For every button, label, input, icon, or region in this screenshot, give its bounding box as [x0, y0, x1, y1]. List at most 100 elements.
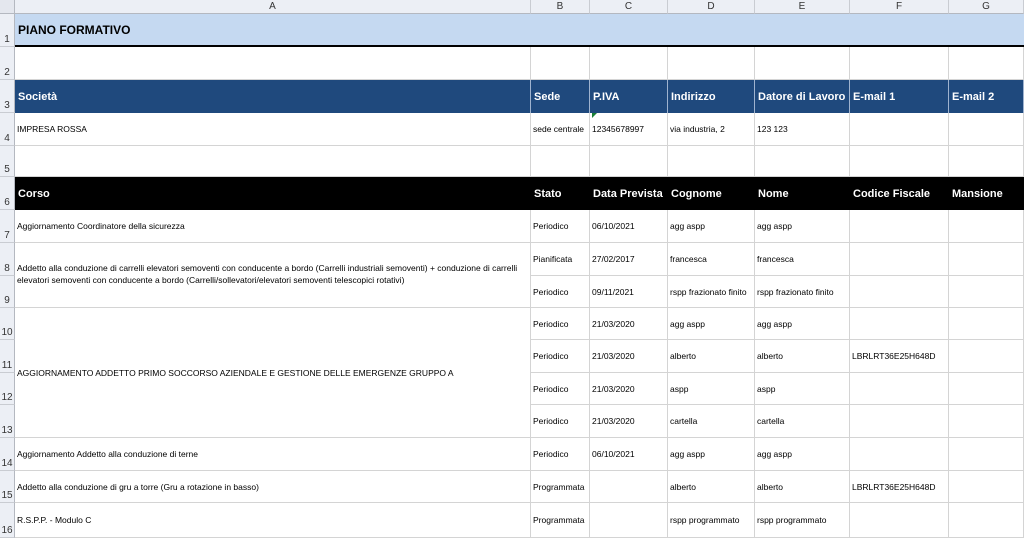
- detail-cell[interactable]: aspp: [668, 373, 755, 405]
- detail-cell[interactable]: alberto: [668, 340, 755, 373]
- cell[interactable]: [590, 146, 668, 177]
- detail-cell[interactable]: [850, 405, 949, 438]
- detail-cell[interactable]: francesca: [755, 243, 850, 276]
- row-header-10[interactable]: 10: [0, 308, 15, 340]
- detail-cell[interactable]: [949, 210, 1024, 243]
- detail-cell[interactable]: [949, 373, 1024, 405]
- company-header-cell[interactable]: Sede: [531, 80, 590, 113]
- detail-cell[interactable]: [850, 210, 949, 243]
- course-header-cell[interactable]: Nome: [755, 177, 850, 210]
- detail-cell[interactable]: 21/03/2020: [590, 405, 668, 438]
- detail-cell[interactable]: 27/02/2017: [590, 243, 668, 276]
- detail-cell[interactable]: [850, 438, 949, 471]
- course-name-cell[interactable]: Aggiornamento Addetto alla conduzione di…: [15, 438, 531, 471]
- cell[interactable]: [755, 47, 850, 80]
- select-all-corner[interactable]: [0, 0, 15, 14]
- detail-cell[interactable]: 21/03/2020: [590, 340, 668, 373]
- detail-cell[interactable]: [850, 308, 949, 340]
- detail-cell[interactable]: [850, 503, 949, 538]
- detail-cell[interactable]: [949, 308, 1024, 340]
- detail-cell[interactable]: aspp: [755, 373, 850, 405]
- detail-cell[interactable]: [949, 243, 1024, 276]
- detail-cell[interactable]: agg aspp: [668, 210, 755, 243]
- detail-cell[interactable]: cartella: [755, 405, 850, 438]
- detail-cell[interactable]: Periodico: [531, 210, 590, 243]
- cell[interactable]: [850, 47, 949, 80]
- detail-cell[interactable]: 09/11/2021: [590, 276, 668, 308]
- detail-cell[interactable]: rspp programmato: [668, 503, 755, 538]
- detail-cell[interactable]: agg aspp: [755, 308, 850, 340]
- cell[interactable]: [531, 47, 590, 80]
- cell[interactable]: [850, 146, 949, 177]
- detail-cell[interactable]: cartella: [668, 405, 755, 438]
- course-name-cell[interactable]: Addetto alla conduzione di gru a torre (…: [15, 471, 531, 503]
- detail-cell[interactable]: [590, 503, 668, 538]
- column-header-d[interactable]: D: [668, 0, 755, 14]
- detail-cell[interactable]: [949, 276, 1024, 308]
- detail-cell[interactable]: Periodico: [531, 373, 590, 405]
- cell[interactable]: [755, 146, 850, 177]
- detail-cell[interactable]: rspp frazionato finito: [668, 276, 755, 308]
- cell[interactable]: [590, 47, 668, 80]
- row-header-6[interactable]: 6: [0, 177, 15, 210]
- detail-cell[interactable]: Periodico: [531, 340, 590, 373]
- detail-cell[interactable]: alberto: [755, 471, 850, 503]
- detail-cell[interactable]: [949, 438, 1024, 471]
- course-header-cell[interactable]: Mansione: [949, 177, 1024, 210]
- detail-cell[interactable]: Programmata: [531, 471, 590, 503]
- company-cell[interactable]: IMPRESA ROSSA: [15, 113, 531, 146]
- cell[interactable]: [15, 146, 531, 177]
- course-header-cell[interactable]: Cognome: [668, 177, 755, 210]
- row-header-13[interactable]: 13: [0, 405, 15, 438]
- detail-cell[interactable]: [949, 471, 1024, 503]
- company-cell[interactable]: 12345678997: [590, 113, 668, 146]
- row-header-4[interactable]: 4: [0, 113, 15, 146]
- detail-cell[interactable]: rspp programmato: [755, 503, 850, 538]
- detail-cell[interactable]: alberto: [668, 471, 755, 503]
- course-name-cell[interactable]: Addetto alla conduzione di carrelli elev…: [15, 243, 531, 308]
- company-cell[interactable]: [850, 113, 949, 146]
- detail-cell[interactable]: [949, 405, 1024, 438]
- detail-cell[interactable]: LBRLRT36E25H648D: [850, 471, 949, 503]
- column-header-e[interactable]: E: [755, 0, 850, 14]
- cell[interactable]: [531, 146, 590, 177]
- course-name-cell[interactable]: AGGIORNAMENTO ADDETTO PRIMO SOCCORSO AZI…: [15, 308, 531, 438]
- row-header-1[interactable]: 1: [0, 14, 15, 47]
- detail-cell[interactable]: agg aspp: [668, 308, 755, 340]
- cell[interactable]: [668, 146, 755, 177]
- company-header-cell[interactable]: E-mail 1: [850, 80, 949, 113]
- detail-cell[interactable]: [590, 471, 668, 503]
- detail-cell[interactable]: 21/03/2020: [590, 373, 668, 405]
- column-header-b[interactable]: B: [531, 0, 590, 14]
- column-header-f[interactable]: F: [850, 0, 949, 14]
- company-cell[interactable]: [949, 113, 1024, 146]
- detail-cell[interactable]: Programmata: [531, 503, 590, 538]
- detail-cell[interactable]: Periodico: [531, 438, 590, 471]
- cell[interactable]: [949, 146, 1024, 177]
- company-header-cell[interactable]: Datore di Lavoro: [755, 80, 850, 113]
- detail-cell[interactable]: Periodico: [531, 308, 590, 340]
- row-header-2[interactable]: 2: [0, 47, 15, 80]
- detail-cell[interactable]: [850, 276, 949, 308]
- detail-cell[interactable]: Pianificata: [531, 243, 590, 276]
- company-cell[interactable]: 123 123: [755, 113, 850, 146]
- company-header-cell[interactable]: Indirizzo: [668, 80, 755, 113]
- detail-cell[interactable]: Periodico: [531, 276, 590, 308]
- column-header-a[interactable]: A: [15, 0, 531, 14]
- detail-cell[interactable]: agg aspp: [668, 438, 755, 471]
- detail-cell[interactable]: Periodico: [531, 405, 590, 438]
- course-header-cell[interactable]: Codice Fiscale: [850, 177, 949, 210]
- company-header-cell[interactable]: E-mail 2: [949, 80, 1024, 113]
- row-header-12[interactable]: 12: [0, 373, 15, 405]
- detail-cell[interactable]: alberto: [755, 340, 850, 373]
- row-header-5[interactable]: 5: [0, 146, 15, 177]
- course-name-cell[interactable]: R.S.P.P. - Modulo C: [15, 503, 531, 538]
- detail-cell[interactable]: [949, 503, 1024, 538]
- company-header-cell[interactable]: P.IVA: [590, 80, 668, 113]
- detail-cell[interactable]: agg aspp: [755, 438, 850, 471]
- row-header-8[interactable]: 8: [0, 243, 15, 276]
- company-cell[interactable]: via industria, 2: [668, 113, 755, 146]
- company-cell[interactable]: sede centrale: [531, 113, 590, 146]
- course-header-cell[interactable]: Data Prevista: [590, 177, 668, 210]
- detail-cell[interactable]: 21/03/2020: [590, 308, 668, 340]
